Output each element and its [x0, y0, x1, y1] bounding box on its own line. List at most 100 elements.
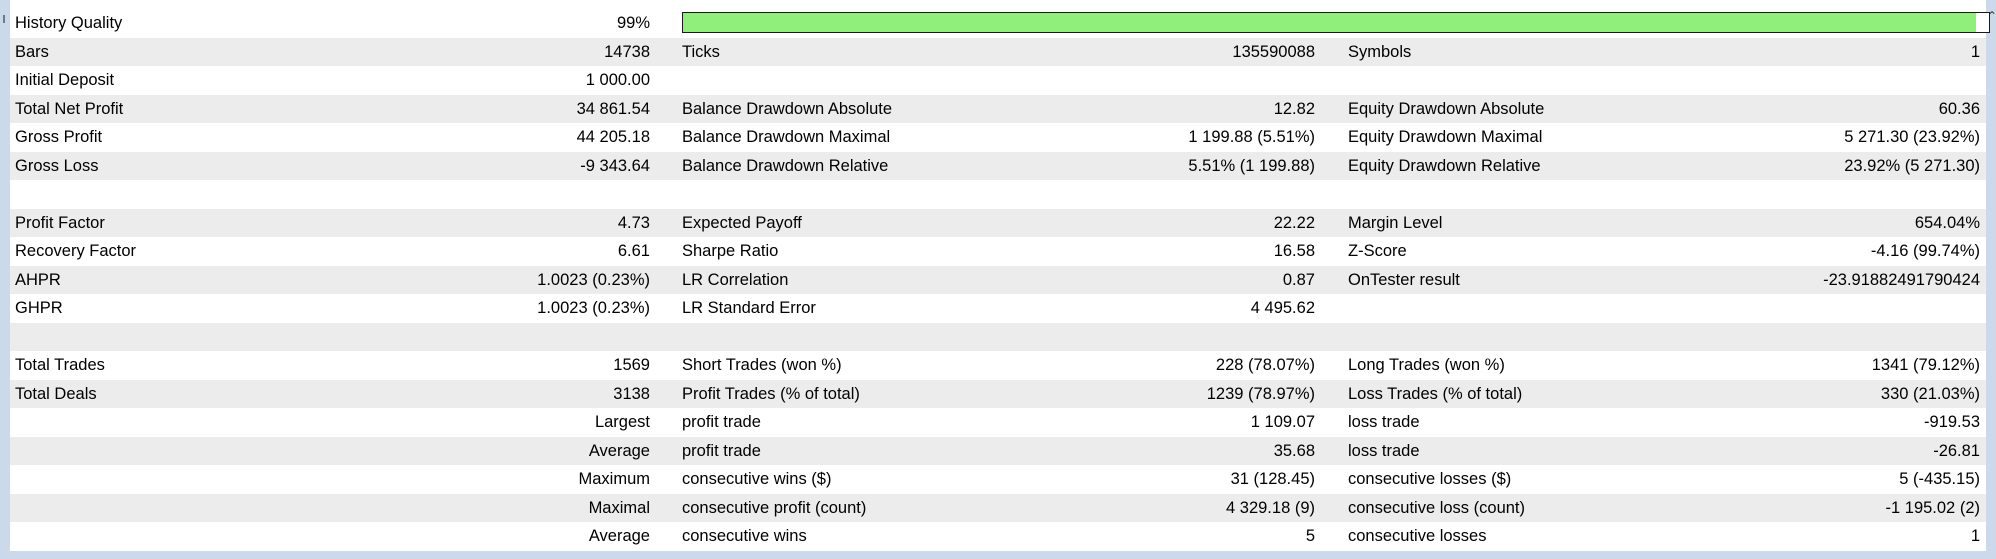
table-row [10, 322, 1986, 352]
metric-label [1348, 323, 1678, 352]
metric-value: Maximum [578, 470, 650, 488]
metric-label [1348, 294, 1678, 323]
table-row: Initial Deposit 1 000.00 [10, 66, 1986, 95]
metric-value: Average [588, 441, 650, 460]
table-row: Maximum consecutive wins ($) 31 (128.45) co… [10, 465, 1986, 494]
metric-label: Profit Trades (% of total) [682, 384, 860, 403]
metric-value: 23.92% (5 271.30) [1844, 156, 1980, 175]
metric-value: 1 199.88 (5.51%) [1188, 128, 1315, 146]
metric-label: loss trade [1348, 441, 1420, 460]
right-scrollbar[interactable]: ⌃ [1986, 0, 1996, 559]
metric-value: 3138 [613, 384, 650, 403]
metric-label: Equity Drawdown Relative [1348, 156, 1541, 175]
metric-value: -9 343.64 [580, 156, 650, 175]
history-quality-bar-fill [683, 13, 1976, 32]
table-row: GHPR 1.0023 (0.23%) LR Standard Error 4 495… [10, 294, 1986, 323]
metric-value: 135590088 [1232, 42, 1315, 61]
metric-label: consecutive losses ($) [1348, 470, 1512, 488]
table-row: Average profit trade 35.68 loss trade -26.81 [10, 436, 1986, 466]
metric-value: 1 109.07 [1250, 413, 1315, 431]
metric-value: 1.0023 (0.23%) [537, 270, 650, 289]
metric-value: 330 (21.03%) [1880, 384, 1980, 403]
table-row: Total Trades 1569 Short Trades (won %) 228 … [10, 351, 1986, 380]
metric-value: 654.04% [1914, 213, 1980, 232]
metric-label: Long Trades (won %) [1348, 356, 1505, 374]
metric-value: 44 205.18 [576, 128, 650, 146]
metric-value [1678, 323, 1980, 352]
metric-value: 16.58 [1273, 242, 1315, 260]
table-row: Gross Profit 44 205.18 Balance Drawdown Ma… [10, 123, 1986, 152]
metric-value: 4 329.18 (9) [1226, 498, 1315, 517]
metric-label: Symbols [1348, 42, 1412, 61]
metric-label [15, 522, 315, 551]
metric-label: Total Trades [15, 356, 105, 374]
metric-value [1012, 66, 1315, 95]
left-frame-edge [0, 0, 10, 559]
table-row [10, 180, 1986, 209]
metric-value: 1 [1970, 527, 1980, 545]
metric-value: 22.22 [1273, 213, 1315, 232]
metric-value: 0.87 [1282, 270, 1315, 289]
metric-label [15, 180, 315, 209]
table-row: Maximal consecutive profit (count) 4 329.1… [10, 493, 1986, 522]
metric-label: Recovery Factor [15, 242, 137, 260]
metric-label: Balance Drawdown Maximal [682, 128, 891, 146]
metric-value: 5 (-435.15) [1899, 470, 1980, 488]
metric-value: 6.61 [617, 242, 650, 260]
table-row: Profit Factor 4.73 Expected Payoff 22.22 Mar… [10, 208, 1986, 237]
metric-label: Gross Profit [15, 128, 103, 146]
metric-label: Loss Trades (% of total) [1348, 384, 1523, 403]
metric-label: Balance Drawdown Relative [682, 156, 889, 175]
metric-label: LR Standard Error [682, 299, 816, 317]
metric-value: 4.73 [617, 213, 650, 232]
metric-value: 34 861.54 [576, 99, 650, 118]
metric-value: -23.91882491790424 [1823, 270, 1980, 289]
metric-label [682, 323, 1012, 352]
metric-value: 1239 (78.97%) [1206, 384, 1315, 403]
metric-value: -4.16 (99.74%) [1870, 242, 1980, 260]
metric-value [1678, 180, 1980, 209]
metric-label: consecutive wins [682, 527, 807, 545]
splitter-handle[interactable] [3, 15, 5, 23]
metric-label: Profit Factor [15, 213, 105, 232]
metric-label: LR Correlation [682, 270, 789, 289]
metric-value: 1569 [613, 356, 650, 374]
metric-label [15, 465, 315, 494]
metric-label: Gross Loss [15, 156, 99, 175]
metric-label: Expected Payoff [682, 213, 802, 232]
metric-value: 5.51% (1 199.88) [1188, 156, 1315, 175]
metric-label [15, 437, 315, 466]
metric-label: GHPR [15, 299, 63, 317]
table-row: AHPR 1.0023 (0.23%) LR Correlation 0.87 OnTe… [10, 265, 1986, 294]
metric-value: 60.36 [1938, 99, 1980, 118]
history-quality-label: History Quality [15, 14, 123, 32]
metric-label [682, 180, 1012, 209]
metric-label [682, 66, 1012, 95]
metric-label [1348, 66, 1678, 95]
metric-value: 1.0023 (0.23%) [537, 299, 650, 317]
table-row: Total Net Profit 34 861.54 Balance Drawdow… [10, 94, 1986, 123]
row-history-quality: History Quality 99% [10, 9, 1990, 38]
metric-label: profit trade [682, 441, 761, 460]
backtest-report-table: History Quality 99% Bars 14738 Ticks 135590… [10, 9, 1990, 551]
metric-label: Equity Drawdown Absolute [1348, 99, 1545, 118]
metric-label: consecutive loss (count) [1348, 498, 1525, 517]
metric-value: Largest [594, 413, 650, 431]
metric-label: Sharpe Ratio [682, 242, 779, 260]
metric-label [1348, 180, 1678, 209]
metric-value: -1 195.02 (2) [1885, 498, 1980, 517]
metric-value: 1 [1970, 42, 1980, 61]
metric-value [1678, 294, 1980, 323]
metric-value [315, 180, 650, 209]
metric-label: Total Net Profit [15, 99, 124, 118]
metric-value: 14738 [604, 42, 650, 61]
table-row: Bars 14738 Ticks 135590088 Symbols 1 [10, 37, 1986, 66]
metric-value: 35.68 [1273, 441, 1315, 460]
bottom-frame-edge [0, 551, 1996, 559]
metric-label: Ticks [682, 42, 720, 61]
metric-value: Average [588, 527, 650, 545]
metric-value [315, 323, 650, 352]
metric-label: loss trade [1348, 413, 1420, 431]
metric-label: consecutive losses [1348, 527, 1487, 545]
metric-label: Total Deals [15, 384, 97, 403]
